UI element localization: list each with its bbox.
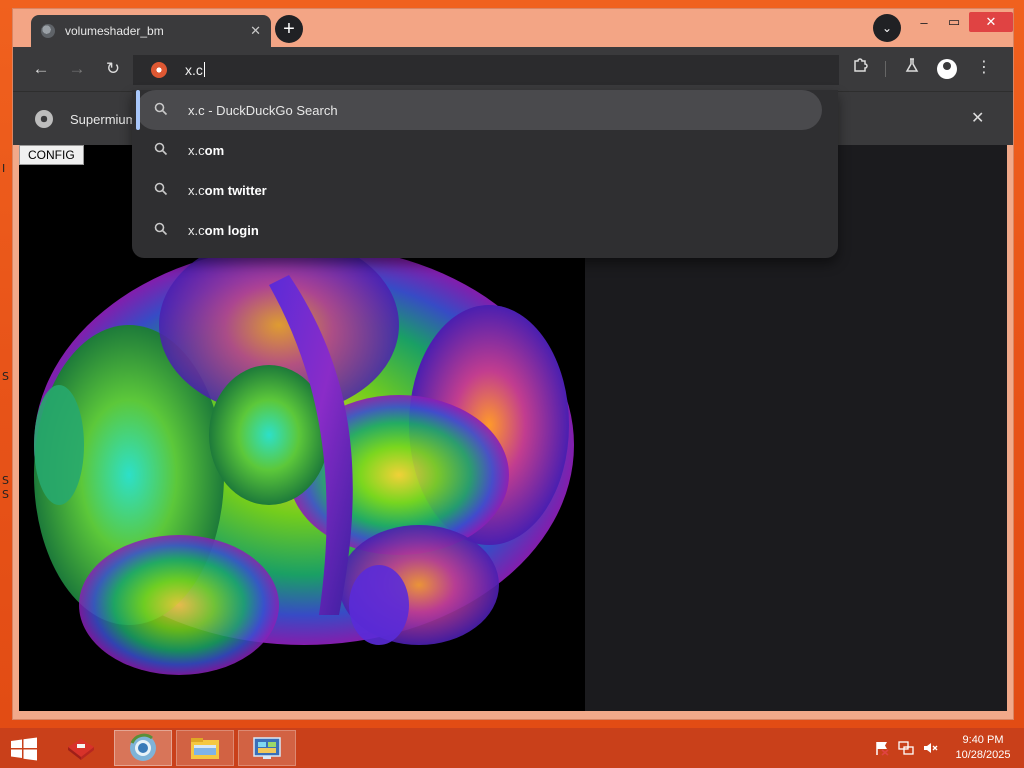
clock-time: 9:40 PM [962, 734, 1004, 746]
duckduckgo-icon [151, 62, 167, 78]
minimize-button[interactable]: – [909, 12, 939, 32]
search-icon [154, 142, 168, 156]
search-icon [154, 222, 168, 236]
suggestion-suffix: om twitter [204, 183, 267, 198]
info-bar-close-icon[interactable]: ✕ [971, 108, 984, 128]
clock-date: 10/28/2025 [955, 749, 1011, 761]
control-panel-icon[interactable] [238, 730, 296, 766]
menu-button[interactable]: ⋮ [973, 57, 995, 77]
start-icon[interactable] [10, 737, 38, 761]
reload-button[interactable]: ↻ [101, 57, 125, 81]
maximize-button[interactable]: ▭ [939, 12, 969, 32]
suggestion-text: x.com login [188, 223, 259, 238]
network-icon[interactable] [898, 740, 914, 756]
desktop-glyph: S [2, 370, 9, 383]
new-tab-button[interactable]: + [275, 15, 303, 43]
suggestion-item[interactable]: x.com twitter [132, 170, 838, 210]
suggestion-text: x.com [188, 143, 224, 158]
tab-search-button[interactable]: ⌄ [873, 14, 901, 42]
omnibox-suggestions: x.c - DuckDuckGo Search x.com x.com twit… [132, 90, 838, 258]
suggestion-prefix: x.c [188, 103, 205, 118]
address-value: x.c [185, 62, 203, 78]
supermium-icon [35, 110, 53, 128]
info-bar-text: Supermium [70, 112, 137, 127]
browser-icon[interactable] [114, 730, 172, 766]
tab-close-icon[interactable]: ✕ [250, 23, 261, 39]
flag-icon[interactable] [874, 740, 890, 756]
close-window-button[interactable]: ✕ [969, 12, 1013, 32]
speaker-muted-icon[interactable] [922, 740, 938, 756]
address-bar[interactable]: x.c [133, 55, 839, 85]
flask-icon[interactable] [901, 57, 923, 77]
suggestion-prefix: x.c [188, 183, 205, 198]
toolbar-divider [885, 61, 886, 77]
file-explorer-icon[interactable] [176, 730, 234, 766]
tab-strip: volumeshader_bm ✕ + ⌄ – ▭ ✕ [13, 9, 1013, 47]
forward-button[interactable]: → [65, 57, 89, 81]
back-button[interactable]: ← [29, 57, 53, 81]
suggestion-item[interactable]: x.c - DuckDuckGo Search [136, 90, 822, 130]
suggestion-text: x.c - DuckDuckGo Search [188, 103, 338, 118]
globe-icon [41, 24, 55, 38]
search-icon [154, 182, 168, 196]
suggestion-suffix: om [204, 143, 225, 158]
profile-icon[interactable] [937, 59, 957, 79]
tab-volumeshader[interactable]: volumeshader_bm ✕ [31, 15, 271, 47]
browser-toolbar: ← → ↻ x.c ⋮ [13, 47, 1013, 91]
suggestion-suffix: - DuckDuckGo Search [204, 103, 338, 118]
puzzle-icon[interactable] [849, 57, 871, 77]
taskbar: 9:40 PM 10/28/2025 [0, 728, 1024, 768]
toolbox-icon[interactable] [52, 730, 110, 766]
text-caret [203, 62, 205, 77]
suggestion-prefix: x.c [188, 143, 205, 158]
address-input[interactable]: x.c [185, 62, 205, 78]
suggestion-item[interactable]: x.com [132, 130, 838, 170]
suggestion-item[interactable]: x.com login [132, 210, 838, 250]
suggestion-text: x.com twitter [188, 183, 267, 198]
desktop-glyph: S [2, 488, 9, 501]
suggestion-prefix: x.c [188, 223, 205, 238]
system-clock[interactable]: 9:40 PM 10/28/2025 [950, 733, 1016, 763]
desktop-glyph: I [2, 162, 6, 175]
tab-title: volumeshader_bm [65, 24, 164, 38]
selection-indicator [136, 90, 140, 130]
desktop-glyph: S [2, 474, 9, 487]
suggestion-suffix: om login [204, 223, 259, 238]
config-button[interactable]: CONFIG [19, 145, 84, 165]
search-icon [154, 102, 168, 116]
